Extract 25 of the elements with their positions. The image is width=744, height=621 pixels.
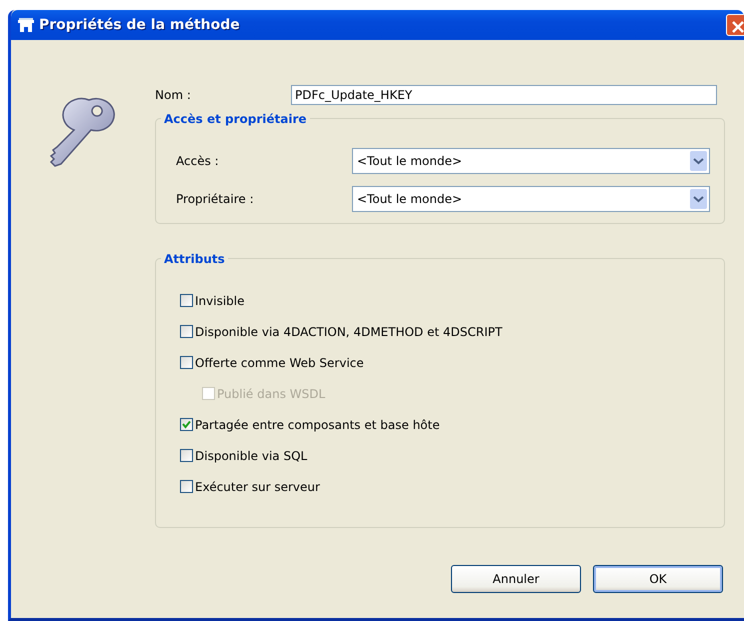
checkbox-label: Offerte comme Web Service: [195, 354, 364, 372]
checkbox[interactable]: [180, 418, 193, 431]
group-title: Accès et propriétaire: [161, 110, 310, 128]
name-label: Nom :: [155, 87, 192, 104]
checkbox[interactable]: [180, 325, 193, 338]
checkbox[interactable]: [180, 480, 193, 493]
cancel-button[interactable]: Annuler: [451, 565, 581, 593]
field-label: Accès :: [176, 153, 220, 170]
checkbox-label: Disponible via 4DACTION, 4DMETHOD et 4DSCRIPT: [195, 324, 502, 340]
name-field[interactable]: PDFc_Update_HKEY: [291, 85, 717, 105]
close-button[interactable]: [726, 14, 744, 36]
checkbox-label: Partagée entre composants et base hôte: [195, 416, 440, 434]
window-title: Propriétés de la méthode: [39, 16, 240, 34]
ok-button[interactable]: OK: [593, 565, 723, 593]
checkbox[interactable]: [180, 449, 193, 462]
checkbox-label: Disponible via SQL: [195, 448, 308, 464]
checkbox-label: Invisible: [195, 292, 244, 310]
checkbox-label: Exécuter sur serveur: [195, 478, 320, 496]
checkbox[interactable]: [180, 356, 193, 369]
checkbox[interactable]: [180, 294, 193, 307]
dropdown[interactable]: <Tout le monde>: [352, 186, 710, 212]
app-icon: [17, 17, 35, 33]
dropdown[interactable]: <Tout le monde>: [352, 148, 710, 174]
checkbox-label: Publié dans WSDL: [217, 386, 326, 402]
field-label: Propriétaire :: [176, 191, 255, 208]
